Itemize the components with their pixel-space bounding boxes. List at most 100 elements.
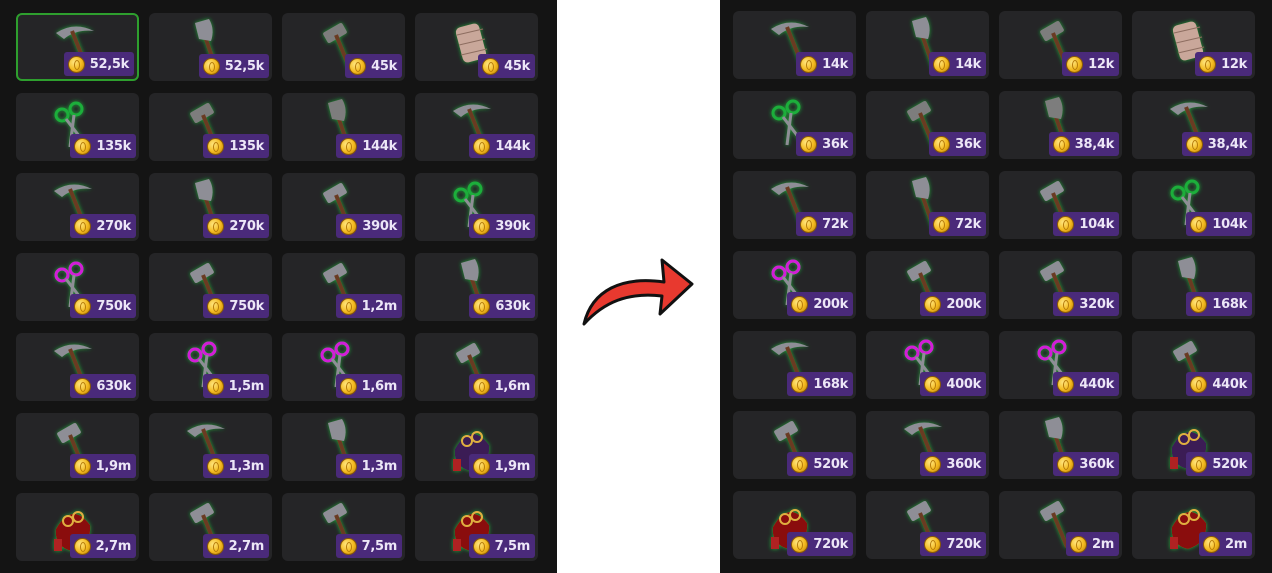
item-slot[interactable]: 144k: [282, 93, 405, 161]
item-slot[interactable]: 2,7m: [149, 493, 272, 561]
price-tag: 1,3m: [202, 454, 269, 478]
gold-coin-icon: [207, 137, 225, 155]
item-slot[interactable]: 38,4k: [999, 91, 1122, 159]
item-slot[interactable]: 168k: [733, 331, 856, 399]
item-slot[interactable]: 1,9m: [415, 413, 538, 481]
item-slot[interactable]: 400k: [866, 331, 989, 399]
price-tag: 144k: [469, 134, 535, 158]
item-slot[interactable]: 720k: [866, 491, 989, 559]
price-tag: 14k: [929, 52, 986, 76]
item-slot[interactable]: 390k: [415, 173, 538, 241]
price-value: 14k: [955, 56, 981, 72]
item-slot[interactable]: 1,9m: [16, 413, 139, 481]
item-slot[interactable]: 520k: [733, 411, 856, 479]
item-slot[interactable]: 270k: [149, 173, 272, 241]
item-slot[interactable]: 135k: [149, 93, 272, 161]
gold-coin-icon: [74, 377, 92, 395]
curved-arrow-right-icon: [582, 258, 694, 326]
price-tag: 1,3m: [335, 454, 402, 478]
gold-coin-icon: [933, 55, 951, 73]
item-slot[interactable]: 72k: [733, 171, 856, 239]
item-slot[interactable]: 168k: [1132, 251, 1255, 319]
gold-coin-icon: [791, 535, 809, 553]
price-tag: 104k: [1053, 212, 1119, 236]
item-slot[interactable]: 12k: [1132, 11, 1255, 79]
gold-coin-icon: [800, 135, 818, 153]
item-slot[interactable]: 440k: [999, 331, 1122, 399]
item-slot[interactable]: 36k: [733, 91, 856, 159]
item-slot[interactable]: 45k: [282, 13, 405, 81]
item-slot[interactable]: 1,6m: [415, 333, 538, 401]
item-slot[interactable]: 144k: [415, 93, 538, 161]
item-slot[interactable]: 520k: [1132, 411, 1255, 479]
price-tag: 135k: [203, 134, 269, 158]
item-slot[interactable]: 12k: [999, 11, 1122, 79]
gold-coin-icon: [73, 537, 91, 555]
price-value: 440k: [1212, 376, 1247, 392]
item-slot[interactable]: 630k: [415, 253, 538, 321]
gold-coin-icon: [924, 375, 942, 393]
price-tag: 12k: [1195, 52, 1252, 76]
item-slot[interactable]: 52,5k: [149, 13, 272, 81]
gold-coin-icon: [349, 57, 367, 75]
gold-coin-icon: [339, 377, 357, 395]
price-tag: 440k: [1186, 372, 1252, 396]
price-value: 1,6m: [361, 378, 398, 394]
item-slot[interactable]: 630k: [16, 333, 139, 401]
item-slot[interactable]: 200k: [733, 251, 856, 319]
price-value: 144k: [495, 138, 530, 154]
item-slot[interactable]: 270k: [16, 173, 139, 241]
price-value: 2,7m: [95, 538, 132, 554]
item-slot[interactable]: 2,7m: [16, 493, 139, 561]
item-slot[interactable]: 360k: [866, 411, 989, 479]
item-slot[interactable]: 2m: [999, 491, 1122, 559]
item-slot[interactable]: 7,5m: [282, 493, 405, 561]
price-value: 135k: [96, 138, 131, 154]
gold-coin-icon: [207, 217, 225, 235]
item-slot[interactable]: 750k: [149, 253, 272, 321]
gold-coin-icon: [472, 377, 490, 395]
price-value: 135k: [229, 138, 264, 154]
item-slot[interactable]: 14k: [866, 11, 989, 79]
item-slot[interactable]: 7,5m: [415, 493, 538, 561]
price-tag: 38,4k: [1181, 132, 1252, 156]
item-slot[interactable]: 14k: [733, 11, 856, 79]
item-slot[interactable]: 1,2m: [282, 253, 405, 321]
gold-coin-icon: [1185, 135, 1203, 153]
item-slot[interactable]: 1,5m: [149, 333, 272, 401]
price-tag: 45k: [478, 54, 535, 78]
item-slot[interactable]: 36k: [866, 91, 989, 159]
item-slot[interactable]: 45k: [415, 13, 538, 81]
item-slot[interactable]: 1,3m: [149, 413, 272, 481]
item-slot[interactable]: 320k: [999, 251, 1122, 319]
item-slot[interactable]: 200k: [866, 251, 989, 319]
item-slot[interactable]: 1,3m: [282, 413, 405, 481]
price-tag: 36k: [796, 132, 853, 156]
price-tag: 168k: [1186, 292, 1252, 316]
item-slot[interactable]: 135k: [16, 93, 139, 161]
price-tag: 270k: [70, 214, 136, 238]
gold-coin-icon: [791, 295, 809, 313]
price-value: 36k: [822, 136, 848, 152]
item-slot[interactable]: 104k: [1132, 171, 1255, 239]
item-slot[interactable]: 360k: [999, 411, 1122, 479]
item-slot[interactable]: 104k: [999, 171, 1122, 239]
gold-coin-icon: [1190, 295, 1208, 313]
gold-coin-icon: [800, 215, 818, 233]
item-slot[interactable]: 52,5k: [16, 13, 139, 81]
price-tag: 2m: [1066, 532, 1119, 556]
price-value: 390k: [362, 218, 397, 234]
price-tag: 440k: [1053, 372, 1119, 396]
item-slot[interactable]: 38,4k: [1132, 91, 1255, 159]
item-slot[interactable]: 750k: [16, 253, 139, 321]
item-slot[interactable]: 390k: [282, 173, 405, 241]
panel-before: 52,5k 52,5k 45k 45k 135k 135k 144k 144k …: [0, 0, 557, 573]
item-slot[interactable]: 2m: [1132, 491, 1255, 559]
gold-coin-icon: [791, 375, 809, 393]
price-tag: 630k: [469, 294, 535, 318]
price-value: 104k: [1079, 216, 1114, 232]
item-slot[interactable]: 72k: [866, 171, 989, 239]
item-slot[interactable]: 720k: [733, 491, 856, 559]
item-slot[interactable]: 440k: [1132, 331, 1255, 399]
item-slot[interactable]: 1,6m: [282, 333, 405, 401]
